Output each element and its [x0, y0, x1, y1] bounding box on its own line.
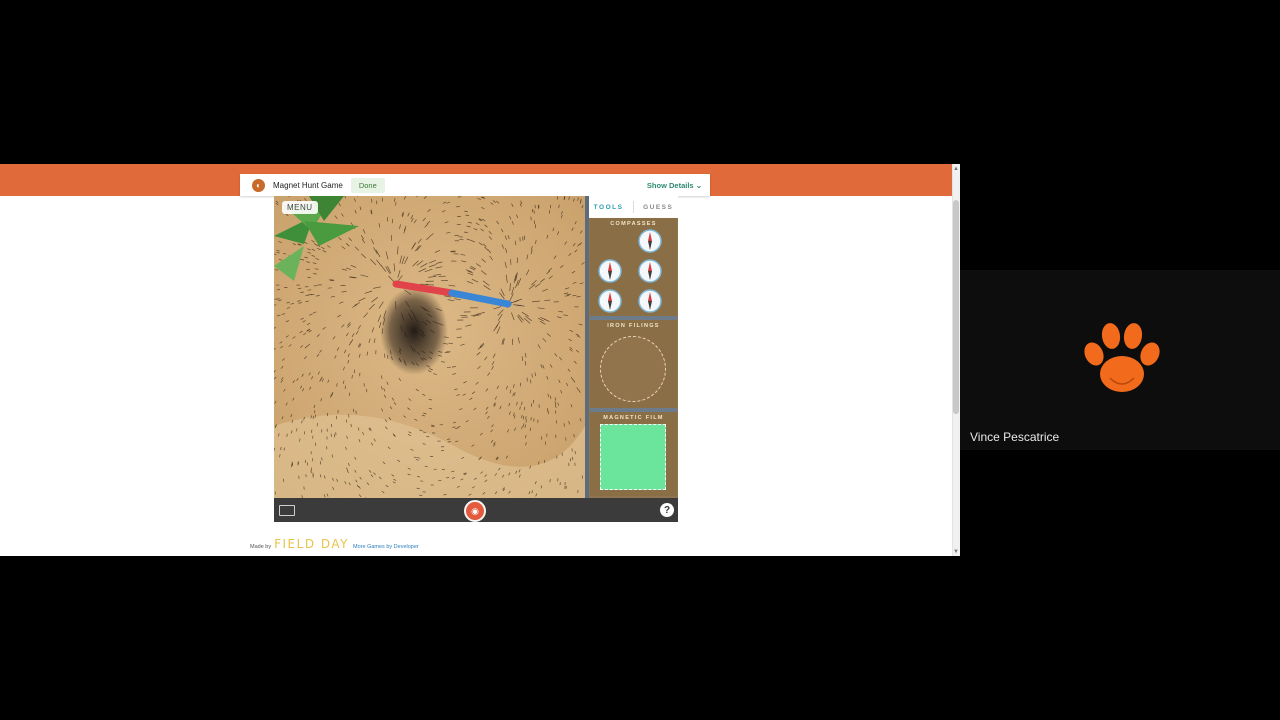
- compass-icon[interactable]: [598, 259, 622, 283]
- compass-icon[interactable]: [638, 229, 662, 253]
- filings-cluster: [380, 287, 448, 375]
- game-title: Magnet Hunt Game: [273, 180, 343, 190]
- iron-filings-section: IRON FILINGS: [590, 320, 677, 412]
- scrollbar-thumb[interactable]: [953, 200, 959, 414]
- tab-divider: [632, 201, 634, 213]
- menu-button[interactable]: MENU: [282, 201, 318, 214]
- field-line: [521, 401, 523, 406]
- tool-tabs: TOOLS GUESS: [589, 196, 678, 218]
- magnetic-film-tool[interactable]: [600, 424, 666, 490]
- more-games-link[interactable]: More Games by Developer: [353, 544, 419, 550]
- field-line: [525, 415, 527, 420]
- compass-icon[interactable]: [598, 289, 622, 313]
- magnetic-film-title: MAGNETIC FILM: [603, 415, 664, 421]
- participant-tile: Vince Pescatrice: [960, 270, 1280, 450]
- game-logo-icon: ◐: [252, 178, 265, 192]
- tool-panel: TOOLS GUESS COMPASSES IRON FILINGS MAGNE…: [585, 196, 678, 498]
- tiger-paw-icon: [1084, 323, 1160, 392]
- field-line: [574, 450, 576, 455]
- field-line: [555, 420, 558, 424]
- magnetic-film-section: MAGNETIC FILM: [590, 412, 677, 496]
- tab-tools[interactable]: TOOLS: [594, 204, 624, 211]
- field-line: [391, 218, 394, 224]
- field-line: [355, 410, 357, 414]
- compass-icon[interactable]: [638, 259, 662, 283]
- made-by-label: Made by: [250, 544, 272, 550]
- tab-guess[interactable]: GUESS: [643, 204, 673, 211]
- iron-filings-tool[interactable]: [600, 336, 666, 402]
- game-toolbar: ◉ ?: [274, 498, 678, 522]
- playfield[interactable]: MENU: [274, 196, 585, 498]
- field-line: [565, 437, 567, 441]
- done-button[interactable]: Done: [350, 177, 385, 193]
- screen: ◐ Magnet Hunt Game Done Show Details ⌄ M…: [0, 0, 1280, 720]
- field-line: [416, 487, 420, 489]
- field-line: [366, 388, 368, 393]
- show-details-button[interactable]: Show Details ⌄: [647, 181, 702, 190]
- field-line: [543, 459, 546, 463]
- fieldday-logo[interactable]: FIELD DAY: [274, 537, 349, 551]
- fullscreen-icon[interactable]: [279, 505, 295, 516]
- shared-screen: ◐ Magnet Hunt Game Done Show Details ⌄ M…: [0, 164, 960, 556]
- participant-name: Vince Pescatrice: [970, 430, 1060, 444]
- field-line: [459, 238, 464, 241]
- show-details-label: Show Details: [646, 180, 694, 190]
- game-header: ◐ Magnet Hunt Game Done Show Details ⌄: [240, 174, 710, 196]
- game-window: MENU TOOLS GUESS COMPASSES IRON FILINGS: [274, 196, 678, 522]
- credits: Made by FIELD DAY More Games by Develope…: [250, 537, 419, 551]
- compasses-title: COMPASSES: [610, 221, 657, 227]
- camera-icon[interactable]: ◉: [464, 500, 486, 522]
- scroll-up-icon[interactable]: ▲: [953, 166, 959, 172]
- iron-filings-title: IRON FILINGS: [607, 323, 660, 329]
- help-button[interactable]: ?: [660, 503, 674, 517]
- compass-icon[interactable]: [638, 289, 662, 313]
- field-line: [312, 472, 314, 476]
- field-line: [420, 480, 424, 482]
- field-line: [510, 259, 512, 265]
- chevron-down-icon: ⌄: [695, 180, 702, 190]
- magnetic-field-map[interactable]: [274, 196, 585, 498]
- field-line: [464, 210, 468, 212]
- field-line: [300, 291, 304, 293]
- field-line: [303, 486, 305, 490]
- scroll-down-icon[interactable]: ▼: [953, 549, 959, 555]
- field-line: [279, 454, 281, 458]
- field-line: [321, 457, 323, 461]
- compasses-section: COMPASSES: [590, 218, 677, 320]
